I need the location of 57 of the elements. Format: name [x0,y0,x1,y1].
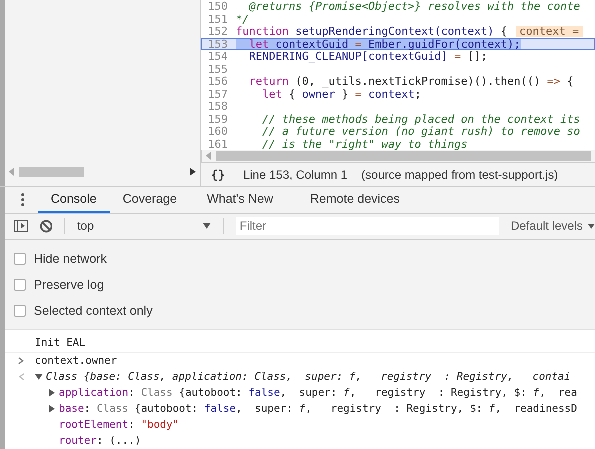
console-text: application: Class {autoboot: false, _super: f, __registry__: Registry, $: f, _rea [59,387,578,399]
console-text: context.owner [35,355,118,367]
line-number: 155 [207,64,229,74]
drawer-tab[interactable]: Console [38,187,110,213]
line-number: 150 [207,1,229,12]
console-text: base: Class {autoboot: false, _super: f, __registry__: Registry, $: f, _readinessD [59,403,578,415]
prompt-icon [18,357,26,365]
code-text: @returns {Promise<Object>} resolves with the conte [248,1,580,12]
line-number: 157 [207,88,229,99]
filter-field[interactable]: Filter [236,217,499,236]
more-icon[interactable] [21,192,25,207]
clear-console-icon[interactable] [40,220,52,233]
cursor-position: Line 153, Column 1 [243,168,348,182]
line-number: 153 [207,38,229,49]
checkbox-label: Hide network [34,252,107,266]
sidebar-toggle-icon[interactable] [14,220,28,232]
line-number: 160 [207,126,229,136]
expand-triangle-icon[interactable] [48,389,56,397]
checkbox[interactable] [14,279,26,291]
horizontal-scrollbar[interactable] [201,150,595,162]
context-dropdown[interactable]: top [77,219,211,234]
checkbox[interactable] [14,305,26,317]
console-text: Init EAL [35,337,86,349]
drawer-tab[interactable]: Remote devices [297,187,413,213]
code-text: let contextGuid = Ember.guidFor(context); [236,38,521,49]
code-text: // is the "right" way to things [261,138,468,149]
dropdown-caret-icon [202,223,211,230]
collapse-triangle-icon[interactable] [35,373,43,381]
inline-value: context = [516,26,584,36]
line-number: 152 [207,26,229,36]
console-text: Class {base: Class, application: Class, _super: f, __registry__: Registry, __contai [46,371,571,383]
line-number: 151 [207,14,229,24]
line-number: 154 [207,51,229,62]
drawer-tab[interactable]: What's New [190,187,298,213]
pretty-print-button[interactable]: {} [211,168,226,182]
code-text: return (0, _utils.nextTickPromise)().then(() => { [248,76,574,86]
code-text: function setupRenderingContext(context) { [236,26,508,36]
line-number: 159 [207,114,229,124]
levels-dropdown[interactable]: Default levels [510,219,595,234]
dropdown-caret-icon [588,224,595,229]
expand-triangle-icon[interactable] [48,405,56,413]
drawer-tab[interactable]: Coverage [110,187,190,213]
checkbox-label: Preserve log [34,278,104,292]
line-number: 161 [207,138,229,149]
code-text: RENDERING_CLEANUP[contextGuid] = []; [248,51,488,62]
line-number: 158 [207,101,229,112]
code-text: let { owner } = context; [261,88,422,99]
code-text: // these methods being placed on the context its [261,114,580,124]
code-text: */ [236,14,250,24]
checkbox[interactable] [14,253,26,265]
code-text: // a future version (no giant rush) to remove so [261,126,580,136]
checkbox-label: Selected context only [34,304,153,318]
line-number: 156 [207,76,229,86]
console-text: router: (...) [59,435,142,447]
source-map-note: (source mapped from test-support.js) [362,168,558,182]
console-text: rootElement: "body" [59,419,180,431]
scroll-right-icon[interactable] [190,168,196,176]
